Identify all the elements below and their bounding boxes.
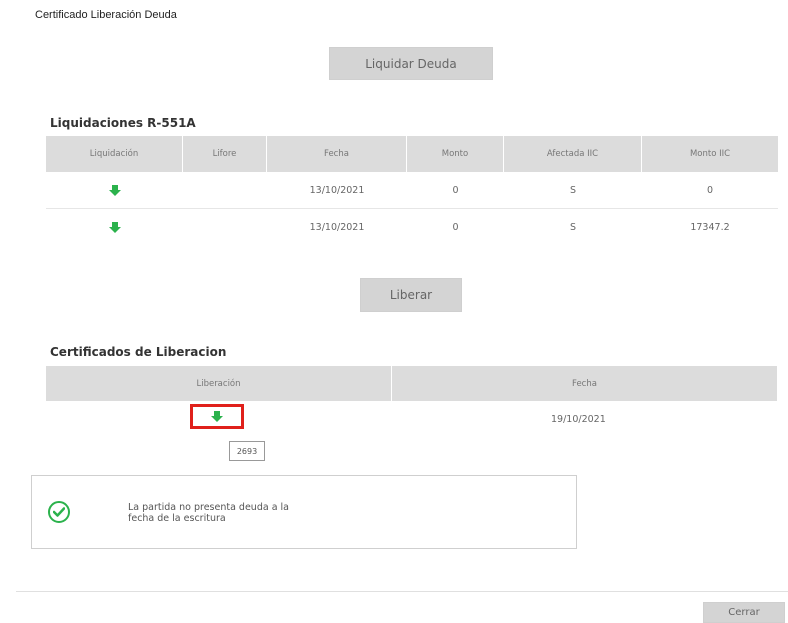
message-box: La partida no presenta deuda a la fecha … [31, 475, 577, 549]
monto-cell: 0 [452, 184, 459, 196]
liberacion-download-highlight[interactable] [190, 404, 244, 429]
liquidaciones-table-header: Liquidación Lifore Fecha Monto Afectada … [46, 136, 778, 172]
certificado-fecha-cell: 19/10/2021 [551, 414, 606, 425]
afectada-cell: S [569, 221, 577, 233]
col-monto-iic: Monto IIC [689, 149, 731, 159]
certificados-section-title: Certificados de Liberacion [50, 345, 227, 359]
message-line-2: fecha de la escritura [128, 513, 226, 524]
col-fecha: Fecha [267, 136, 407, 172]
table-row: 13/10/2021 0 S 0 [46, 172, 778, 209]
footer-divider [16, 591, 788, 592]
lifore-cell [183, 172, 267, 208]
download-arrow-icon[interactable] [211, 411, 223, 422]
certificados-table-header: Liberación Fecha [46, 366, 777, 401]
col-fecha: Fecha [572, 378, 597, 389]
message-line-1: La partida no presenta deuda a la [128, 502, 290, 513]
monto-cell: 0 [452, 221, 459, 233]
cerrar-button[interactable]: Cerrar [703, 602, 785, 623]
col-liquidacion: Liquidación [46, 136, 183, 172]
liquidaciones-section-title: Liquidaciones R-551A [50, 116, 196, 130]
fecha-cell: 13/10/2021 [309, 184, 365, 196]
download-arrow-icon[interactable] [108, 221, 121, 233]
col-afectada-iic: Afectada IIC [504, 136, 642, 172]
check-circle-icon [48, 501, 70, 523]
liquidacion-cell [46, 209, 183, 245]
liquidacion-cell [46, 172, 183, 208]
liquidar-deuda-button[interactable]: Liquidar Deuda [329, 47, 493, 80]
download-arrow-icon[interactable] [108, 184, 121, 196]
liquidaciones-table: Liquidación Lifore Fecha Monto Afectada … [46, 136, 778, 245]
checkmark-icon [53, 507, 65, 517]
col-liberacion: Liberación [46, 366, 392, 401]
liberar-button[interactable]: Liberar [360, 278, 462, 312]
message-text: La partida no presenta deuda a la fecha … [128, 502, 289, 524]
monto-iic-cell: 17347.2 [690, 221, 730, 233]
page-title: Certificado Liberación Deuda [35, 9, 177, 21]
certificados-table: Liberación Fecha [46, 366, 777, 401]
col-lifore: Lifore [183, 136, 267, 172]
monto-iic-cell: 0 [706, 184, 714, 196]
afectada-cell: S [569, 184, 577, 196]
fecha-cell: 13/10/2021 [309, 221, 365, 233]
col-monto: Monto [407, 136, 504, 172]
lifore-cell [183, 209, 267, 245]
table-row: 13/10/2021 0 S 17347.2 [46, 209, 778, 245]
tooltip: 2693 [229, 441, 265, 461]
